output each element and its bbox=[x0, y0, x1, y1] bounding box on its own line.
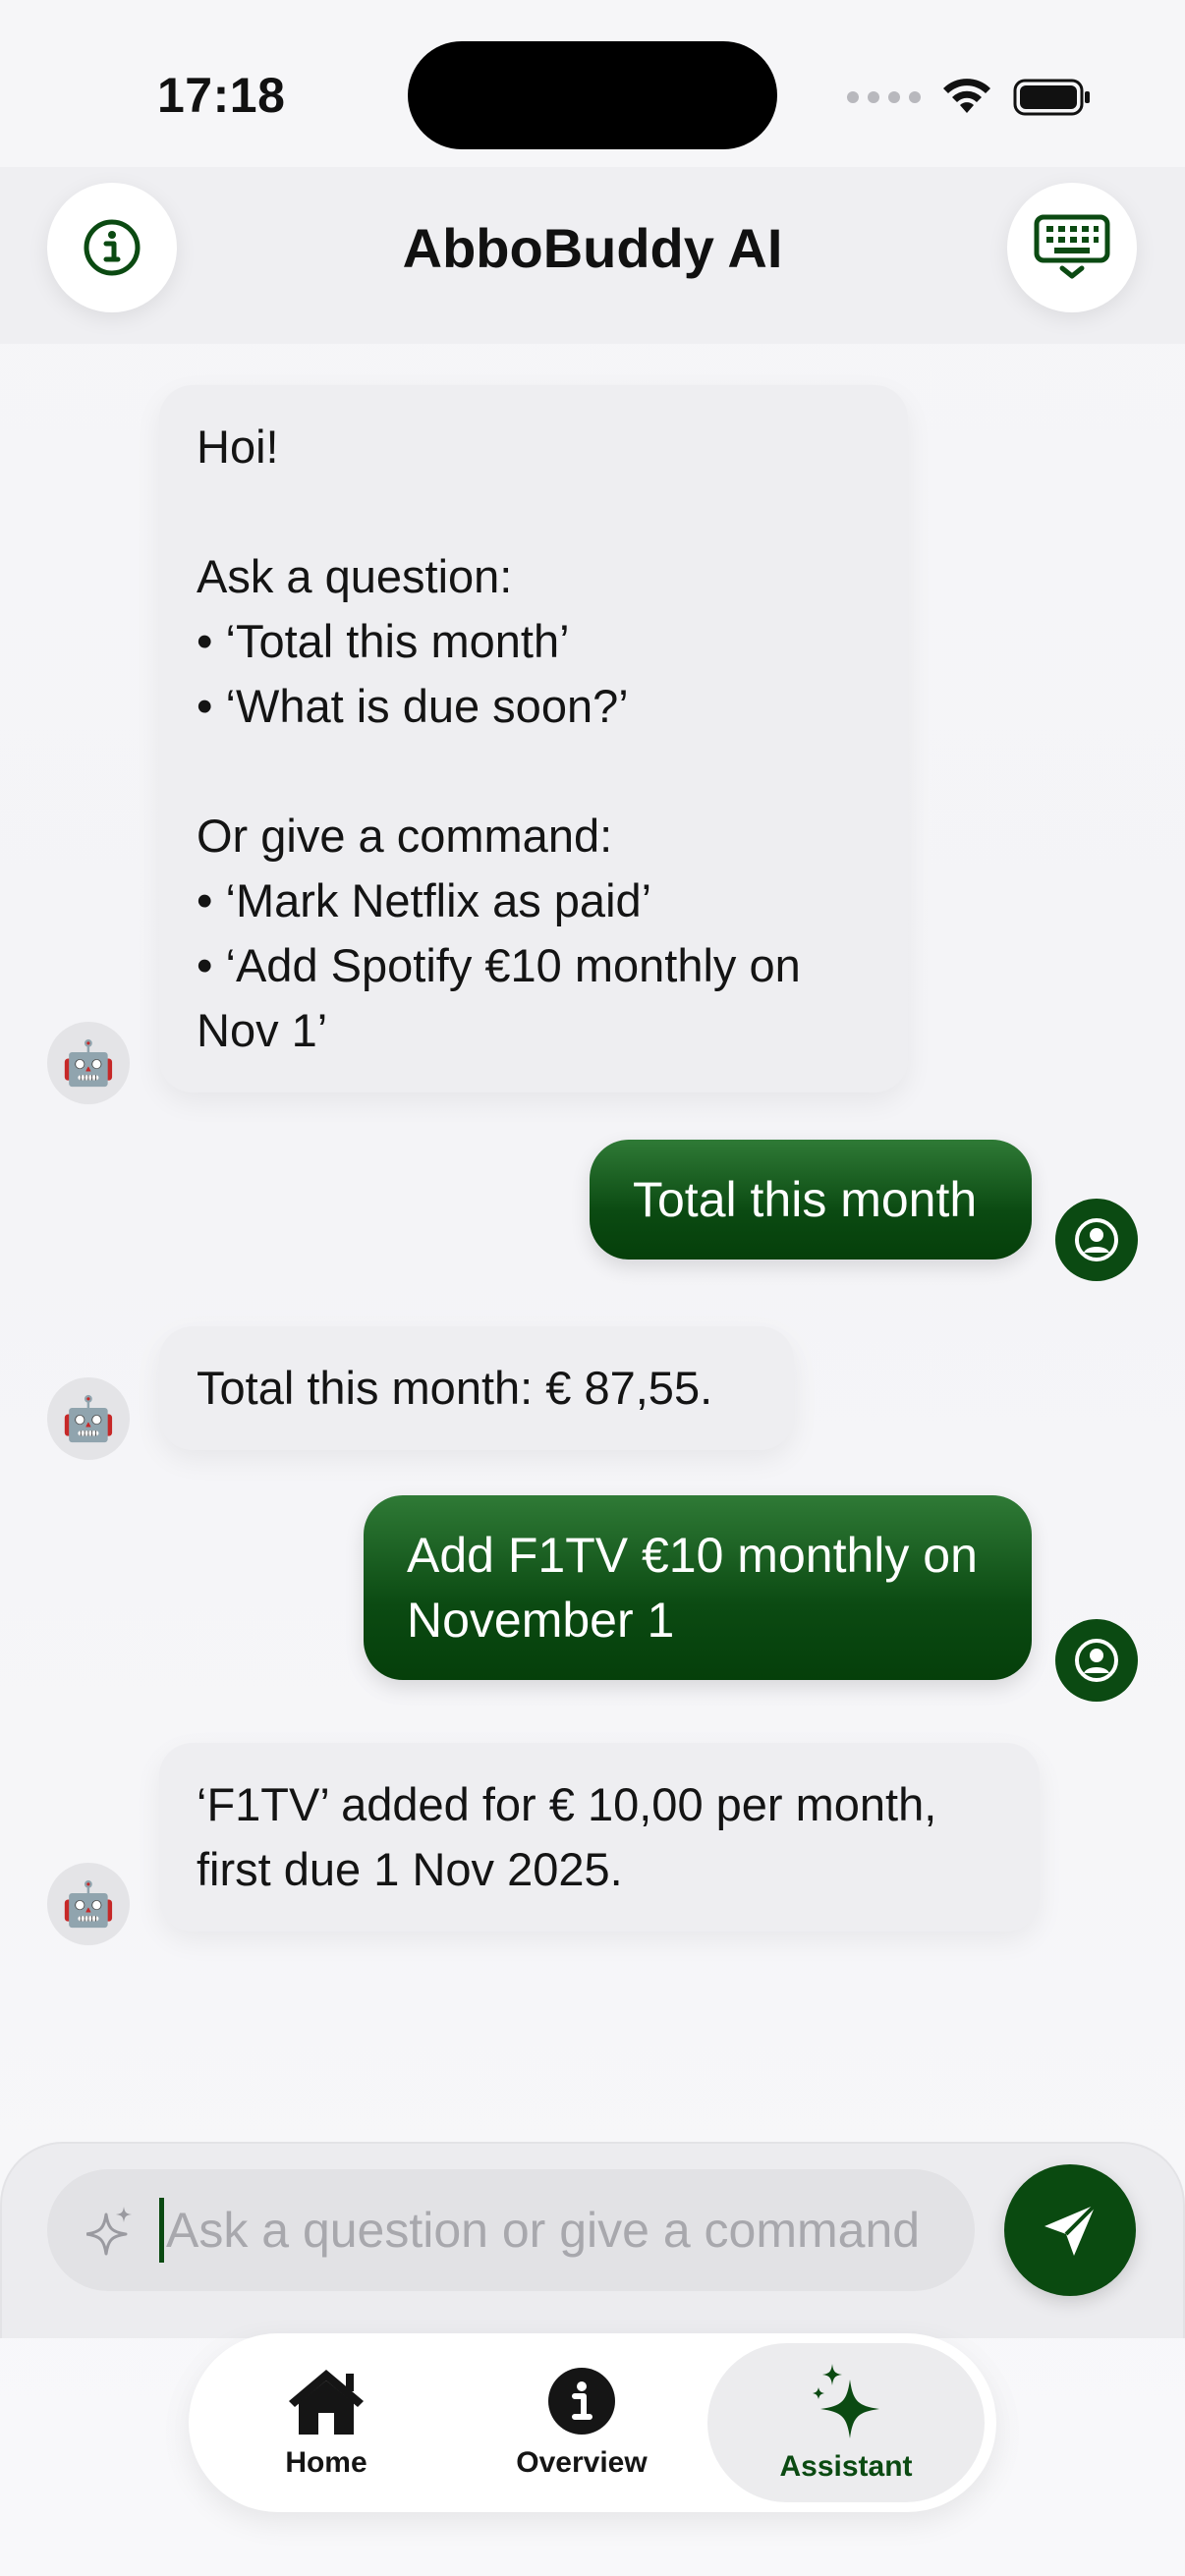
message-line: • ‘What is due soon?’ bbox=[197, 680, 629, 732]
tab-bar: Home Overview Assistant bbox=[189, 2333, 996, 2512]
send-button[interactable] bbox=[1004, 2164, 1136, 2296]
bot-message: ‘F1TV’ added for € 10,00 per month, firs… bbox=[159, 1743, 1040, 1932]
message-line: Nov 1’ bbox=[197, 1004, 328, 1056]
message-line: Hoi! bbox=[197, 420, 279, 473]
robot-icon: 🤖 bbox=[61, 1880, 116, 1929]
input-placeholder: Ask a question or give a command bbox=[166, 2203, 921, 2258]
user-message: Add F1TV €10 monthly on November 1 bbox=[364, 1495, 1032, 1680]
user-avatar bbox=[1055, 1619, 1138, 1702]
user-circle-icon bbox=[1075, 1218, 1118, 1261]
keyboard-toggle-button[interactable] bbox=[1007, 183, 1137, 312]
dynamic-island bbox=[408, 41, 777, 149]
user-message: Total this month bbox=[590, 1140, 1032, 1260]
wifi-icon bbox=[943, 79, 990, 113]
message-line: Total this month bbox=[633, 1172, 978, 1227]
status-time: 17:18 bbox=[157, 68, 286, 123]
message-line bbox=[197, 479, 871, 544]
message-line: Or give a command: bbox=[197, 810, 613, 862]
send-icon bbox=[1044, 2203, 1098, 2256]
tab-home[interactable]: Home bbox=[208, 2343, 444, 2502]
text-caret bbox=[159, 2198, 164, 2263]
status-indicators bbox=[847, 73, 1092, 122]
bot-message: Hoi! Ask a question: • ‘Total this month… bbox=[159, 385, 908, 1092]
bot-avatar: 🤖 bbox=[47, 1863, 130, 1945]
tab-label: Assistant bbox=[779, 2450, 913, 2483]
message-line: • ‘Add Spotify €10 monthly on bbox=[197, 939, 801, 991]
sparkles-icon bbox=[86, 2207, 132, 2256]
bot-avatar: 🤖 bbox=[47, 1377, 130, 1460]
battery-icon bbox=[1013, 79, 1090, 116]
message-line bbox=[197, 739, 871, 804]
user-circle-icon bbox=[1075, 1639, 1118, 1682]
message-line: November 1 bbox=[407, 1593, 675, 1648]
robot-icon: 🤖 bbox=[61, 1039, 116, 1088]
message-line: • ‘Total this month’ bbox=[197, 615, 570, 667]
sparkles-icon bbox=[813, 2364, 879, 2438]
tab-overview[interactable]: Overview bbox=[464, 2343, 700, 2502]
tab-label: Home bbox=[285, 2446, 367, 2479]
message-line: ‘F1TV’ added for € 10,00 per month, bbox=[197, 1778, 937, 1830]
info-circle-icon bbox=[548, 2368, 615, 2435]
bot-avatar: 🤖 bbox=[47, 1022, 130, 1104]
tab-label: Overview bbox=[516, 2446, 648, 2479]
cellular-signal-icon bbox=[847, 91, 921, 103]
message-line: Total this month: € 87,55. bbox=[197, 1362, 713, 1414]
keyboard-dismiss-icon bbox=[1034, 214, 1110, 279]
tab-assistant[interactable]: Assistant bbox=[707, 2343, 985, 2502]
message-input[interactable]: Ask a question or give a command bbox=[47, 2169, 975, 2291]
message-line: Ask a question: bbox=[197, 550, 513, 602]
bot-message: Total this month: € 87,55. bbox=[159, 1326, 794, 1450]
user-avatar bbox=[1055, 1199, 1138, 1281]
robot-icon: 🤖 bbox=[61, 1395, 116, 1443]
message-line: • ‘Mark Netflix as paid’ bbox=[197, 874, 652, 926]
message-line: Add F1TV €10 monthly on bbox=[407, 1528, 978, 1583]
house-icon bbox=[289, 2370, 364, 2435]
message-line: first due 1 Nov 2025. bbox=[197, 1843, 623, 1895]
